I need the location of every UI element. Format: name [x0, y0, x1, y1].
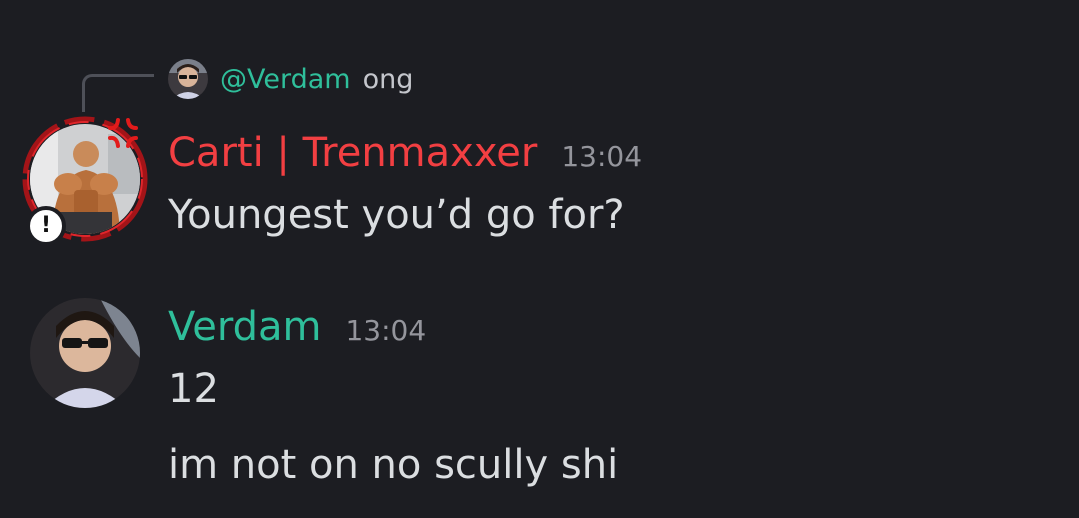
user-avatar-verdam-icon [168, 59, 208, 99]
anger-symbol-icon [108, 118, 138, 148]
message-author[interactable]: Verdam [168, 304, 321, 350]
message-header: Carti | Trenmaxxer 13:04 [168, 130, 642, 176]
message-avatar-carti[interactable]: ! [22, 116, 148, 246]
message-text: im not on no scully shi [168, 442, 619, 488]
exclamation-badge-icon: ! [26, 206, 66, 246]
message-timestamp[interactable]: 13:04 [345, 314, 426, 347]
message-avatar-verdam[interactable] [30, 298, 140, 408]
message-timestamp[interactable]: 13:04 [561, 140, 642, 173]
reply-avatar[interactable] [168, 59, 208, 99]
message-text: Youngest you’d go for? [168, 192, 625, 238]
message-author[interactable]: Carti | Trenmaxxer [168, 130, 537, 176]
reply-text[interactable]: ong [363, 64, 414, 95]
chat-window: @Verdam ong ! Carti | Trenmaxxer 13:04 Y… [0, 0, 1079, 518]
message-header: Verdam 13:04 [168, 304, 426, 350]
reply-reference[interactable]: @Verdam ong [168, 58, 413, 100]
user-avatar-verdam [30, 298, 140, 408]
reply-author[interactable]: @Verdam [220, 64, 351, 95]
reply-connector [82, 74, 154, 112]
message-text: 12 [168, 366, 219, 412]
